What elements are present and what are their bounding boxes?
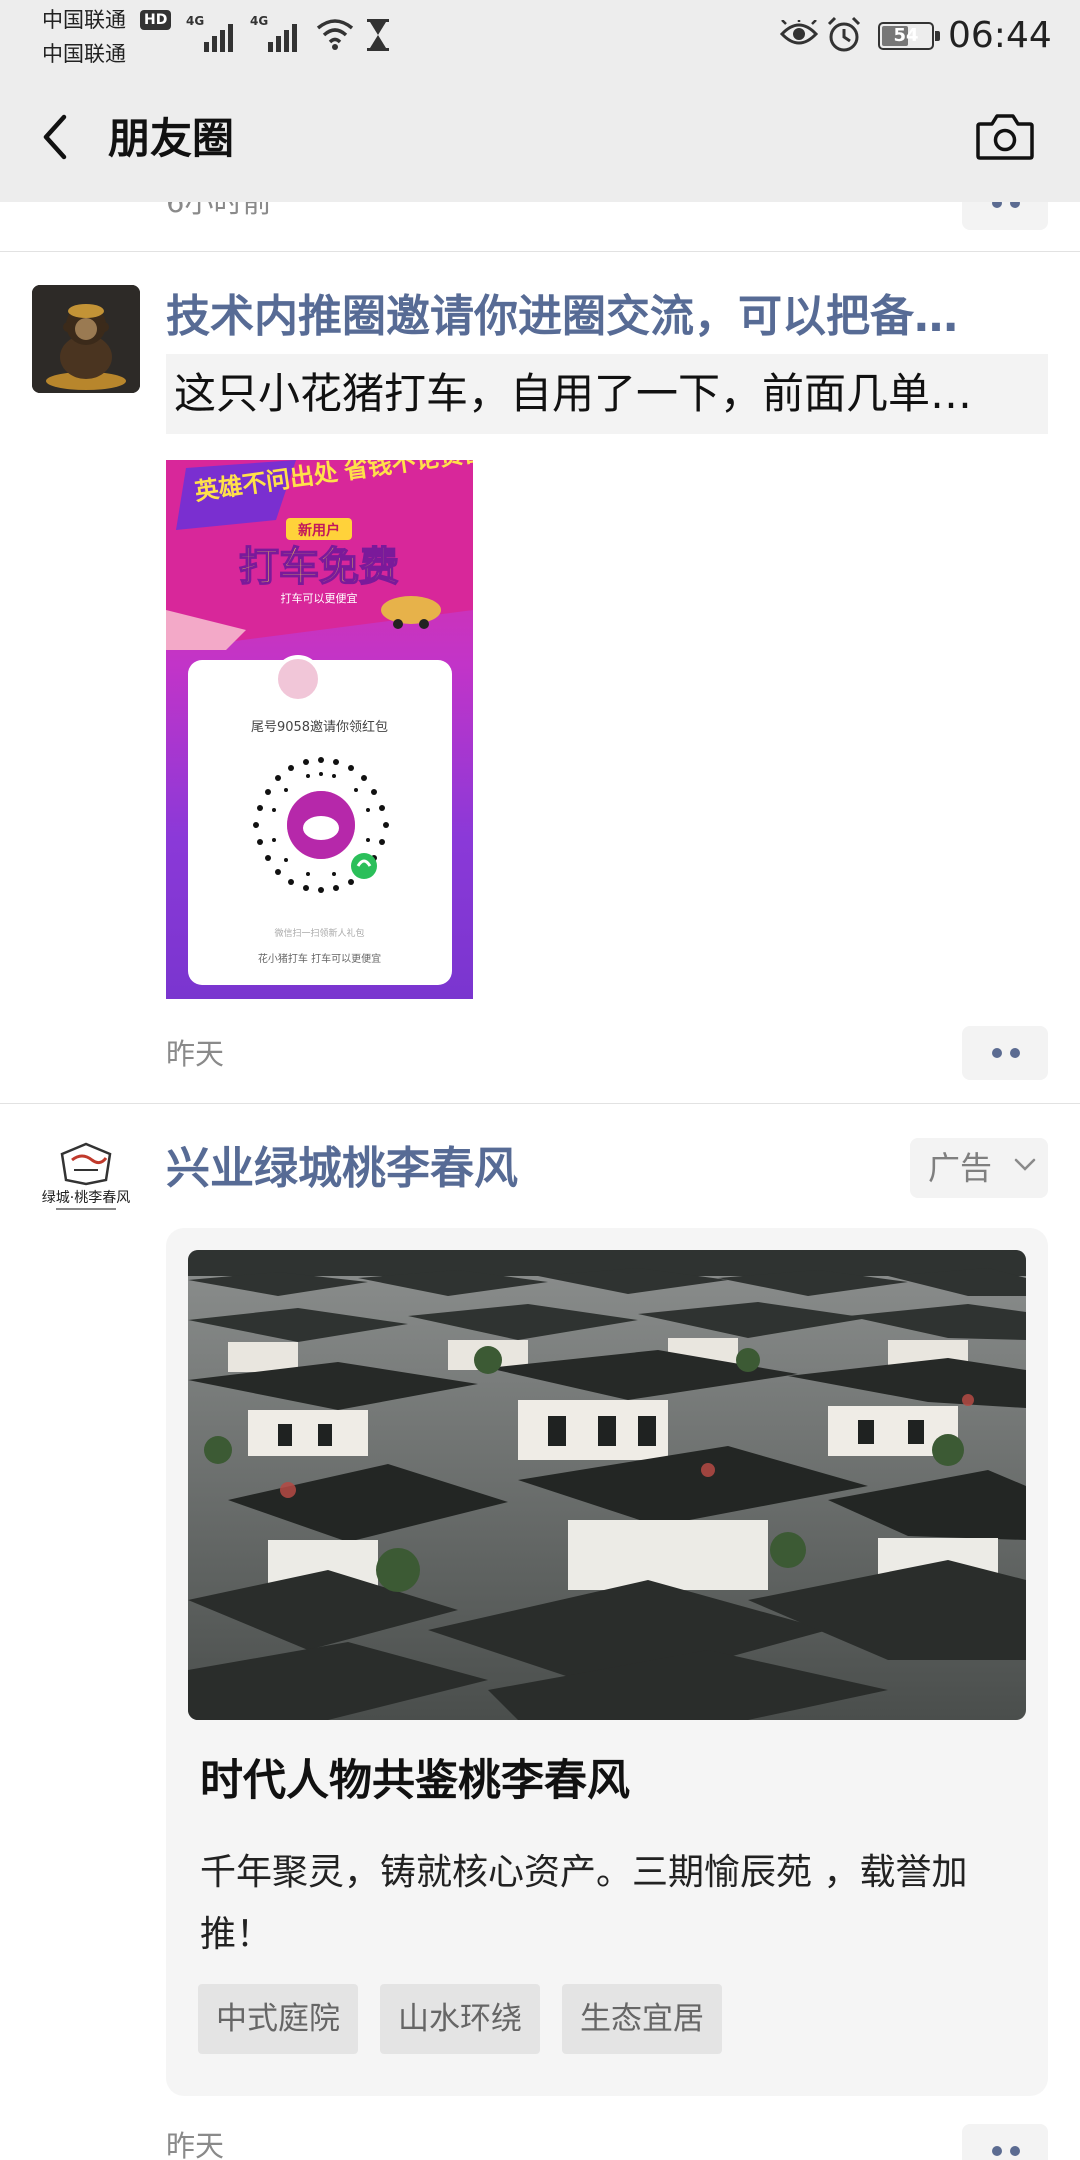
network-type-label: 4G [186, 14, 205, 28]
post2-author-name[interactable]: 兴业绿城桃李春风 [166, 1142, 726, 1196]
signal-icon: 4G [250, 14, 306, 52]
chevron-down-icon [1014, 1158, 1036, 1171]
ad-card[interactable]: 时代人物共鉴桃李春风 千年聚灵，铸就核心资产。三期愉辰苑 ，载誉加推！ 中式庭院… [166, 1228, 1048, 2096]
status-time: 06:44 [948, 15, 1052, 56]
mini-program-qr-code-icon[interactable] [246, 750, 396, 900]
post1-author-name[interactable]: 技术内推圈邀请你进圈交流，可以把备… [166, 290, 986, 344]
chevron-left-icon[interactable] [30, 105, 86, 169]
post-divider [0, 251, 1080, 252]
ad-title: 时代人物共鉴桃李春风 [200, 1756, 630, 1806]
poster-hint-text: 微信扫一扫领新人礼包 [274, 929, 365, 939]
poster-invite-text: 尾号9058邀请你领红包 [250, 720, 389, 735]
status-bar: 中国联通 HD 中国联通 4G 4G 54 06:44 [0, 0, 1080, 72]
ad-image-village-aerial[interactable] [188, 1250, 1026, 1720]
post2-more-button[interactable] [962, 2124, 1048, 2160]
post1-more-button[interactable] [962, 1026, 1048, 1080]
greentown-logo-icon: 绿城·桃李春风 [32, 1140, 140, 1220]
alarm-icon [827, 16, 861, 52]
nav-bar: 朋友圈 [0, 72, 1080, 202]
ad-tag[interactable]: 山水环绕 [380, 1984, 540, 2054]
ad-tag[interactable]: 生态宜居 [562, 1984, 722, 2054]
post-divider [0, 1103, 1080, 1104]
battery-level: 54 [893, 25, 919, 46]
ad-label-button[interactable]: 广告 [910, 1138, 1048, 1198]
post1-text: 这只小花猪打车，自用了一下，前面几单… [174, 369, 973, 418]
post1-shared-text-box[interactable]: 这只小花猪打车，自用了一下，前面几单… [166, 354, 1048, 434]
poster-headline: 打车免费 [239, 545, 399, 589]
post1-poster-image[interactable]: 英雄不问出处 省钱不论贫富 新用户 打车免费 打车可以更便宜 尾号9058邀请你… [166, 460, 473, 999]
post1-avatar[interactable] [32, 285, 140, 393]
more-dot-icon [1010, 1048, 1020, 1058]
hourglass-icon [367, 19, 389, 51]
camera-icon[interactable] [972, 104, 1038, 170]
network-type-label: 4G [250, 14, 269, 28]
poster-user-avatar-icon [274, 655, 322, 703]
post2-avatar[interactable]: 绿城·桃李春风 [32, 1140, 140, 1220]
post1-time: 昨天 [166, 1037, 225, 1071]
carrier-name-secondary: 中国联通 [42, 42, 126, 66]
wifi-icon [316, 19, 354, 50]
battery-icon: 54 [878, 22, 940, 50]
logo-text: 绿城·桃李春风 [42, 1190, 130, 1206]
ad-label: 广告 [928, 1149, 993, 1187]
poster-footer-text: 花小猪打车 打车可以更便宜 [257, 954, 382, 965]
more-dot-icon [1010, 2146, 1020, 2156]
hd-badge: HD [140, 10, 172, 30]
eye-comfort-icon [780, 20, 818, 45]
more-dot-icon [992, 1048, 1002, 1058]
carrier-name-primary: 中国联通 [42, 8, 126, 32]
page-title: 朋友圈 [108, 114, 235, 163]
moments-feed[interactable]: 6小时前 技术内推圈邀请你进圈交流，可以把备… 这只小花猪打车，自用了一下，前面… [0, 0, 1080, 2160]
poster-subline: 打车可以更便宜 [281, 591, 358, 605]
post2-time: 昨天 [166, 2129, 225, 2160]
ad-tag[interactable]: 中式庭院 [198, 1984, 358, 2054]
poster-badge: 新用户 [298, 522, 340, 538]
signal-icon: 4G [186, 14, 238, 52]
ad-description: 千年聚灵，铸就核心资产。三期愉辰苑 ，载誉加推！ [200, 1852, 968, 1955]
village-rooftops-photo [188, 1250, 1026, 1720]
more-dot-icon [992, 2146, 1002, 2156]
poster-banner-art: 英雄不问出处 省钱不论贫富 新用户 打车免费 打车可以更便宜 [166, 460, 473, 650]
monkey-figurine-avatar-icon [32, 285, 140, 393]
